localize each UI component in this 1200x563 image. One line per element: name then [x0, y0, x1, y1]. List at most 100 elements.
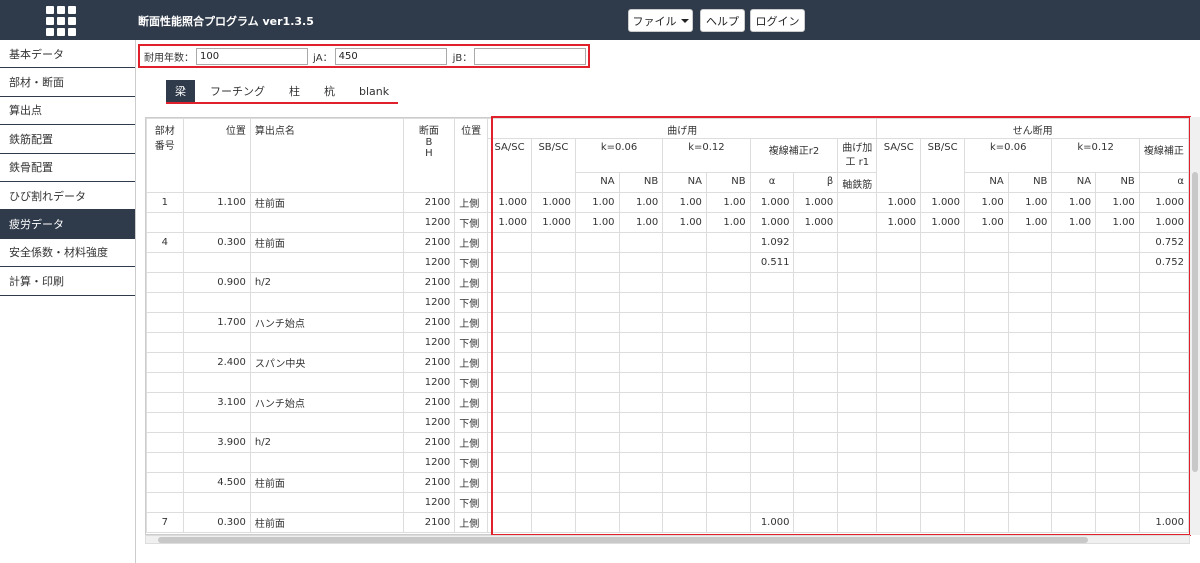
- sidebar-item[interactable]: 計算・印刷: [0, 267, 135, 296]
- table-cell-input[interactable]: [487, 512, 532, 533]
- table-cell-input[interactable]: [1051, 252, 1097, 273]
- table-cell-input[interactable]: 1.00: [1051, 192, 1097, 213]
- table-cell-input[interactable]: 1.000: [749, 192, 795, 213]
- table-cell-input[interactable]: 1.000: [1138, 212, 1189, 233]
- table-cell-input[interactable]: [1138, 332, 1189, 353]
- table-cell-input[interactable]: [1007, 492, 1053, 513]
- table-cell-input[interactable]: [1051, 492, 1097, 513]
- table-cell-input[interactable]: [876, 232, 922, 253]
- table-cell-input[interactable]: 1.00: [964, 192, 1009, 213]
- table-cell-input[interactable]: 1.000: [487, 192, 532, 213]
- table-cell-input[interactable]: [1007, 312, 1053, 333]
- table-cell-input[interactable]: 1.000: [530, 212, 576, 233]
- table-cell-input[interactable]: [530, 412, 576, 433]
- table-cell-input[interactable]: [530, 332, 576, 353]
- sidebar-item[interactable]: 鉄骨配置: [0, 154, 135, 182]
- table-cell-input[interactable]: [705, 412, 751, 433]
- table-cell-input[interactable]: [920, 232, 966, 253]
- table-cell-input[interactable]: 1.092: [749, 232, 795, 253]
- table-cell-input[interactable]: [749, 332, 795, 353]
- tab-item[interactable]: 梁: [166, 80, 195, 102]
- table-cell-input[interactable]: [964, 512, 1009, 533]
- table-cell-input[interactable]: 1.00: [662, 192, 707, 213]
- table-cell-input[interactable]: [920, 432, 966, 453]
- table-cell-input[interactable]: [705, 392, 751, 413]
- table-cell-input[interactable]: [530, 432, 576, 453]
- table-cell-input[interactable]: [574, 432, 620, 453]
- sidebar-item[interactable]: 疲労データ: [0, 210, 135, 239]
- table-cell-input[interactable]: [574, 232, 620, 253]
- table-cell-input[interactable]: 1.000: [876, 212, 922, 233]
- ja-input[interactable]: [334, 47, 447, 65]
- table-cell-input[interactable]: [793, 312, 839, 333]
- table-cell-input[interactable]: [876, 372, 922, 393]
- sidebar-item[interactable]: 算出点: [0, 97, 135, 126]
- table-cell-input[interactable]: [793, 352, 839, 373]
- scroll-thumb[interactable]: [158, 537, 1088, 543]
- table-cell-input[interactable]: [749, 392, 795, 413]
- scroll-thumb[interactable]: [1192, 172, 1198, 472]
- table-cell-input[interactable]: 1.00: [662, 212, 707, 233]
- table-cell-input[interactable]: [1138, 352, 1189, 373]
- table-cell-input[interactable]: 1.000: [793, 192, 839, 213]
- table-cell-input[interactable]: [837, 352, 878, 373]
- table-cell-input[interactable]: [793, 292, 839, 313]
- table-cell-input[interactable]: [618, 392, 664, 413]
- table-cell-input[interactable]: [1007, 292, 1053, 313]
- table-cell-input[interactable]: [876, 432, 922, 453]
- table-cell-input[interactable]: [530, 512, 576, 533]
- table-cell-input[interactable]: [705, 272, 751, 293]
- table-cell-input[interactable]: 1.00: [1007, 192, 1053, 213]
- table-cell-input[interactable]: [749, 372, 795, 393]
- table-cell-input[interactable]: [574, 492, 620, 513]
- sidebar-item[interactable]: 基本データ: [0, 40, 135, 69]
- table-cell-input[interactable]: [920, 472, 966, 493]
- help-button[interactable]: ヘルプ: [700, 9, 745, 32]
- file-menu-button[interactable]: ファイル: [628, 9, 693, 32]
- table-cell-input[interactable]: 1.000: [1138, 512, 1189, 533]
- table-cell-input[interactable]: [876, 452, 922, 473]
- table-cell-input[interactable]: [876, 472, 922, 493]
- table-cell-input[interactable]: [920, 312, 966, 333]
- table-cell-input[interactable]: [876, 312, 922, 333]
- table-cell-input[interactable]: [837, 472, 878, 493]
- table-cell-input[interactable]: [1138, 272, 1189, 293]
- table-cell-input[interactable]: [876, 492, 922, 513]
- table-cell-input[interactable]: [837, 432, 878, 453]
- table-cell-input[interactable]: [1007, 472, 1053, 493]
- table-cell-input[interactable]: [530, 312, 576, 333]
- table-cell-input[interactable]: [964, 272, 1009, 293]
- table-cell-input[interactable]: [1095, 352, 1140, 373]
- table-cell-input[interactable]: [837, 332, 878, 353]
- table-cell-input[interactable]: [837, 192, 878, 213]
- table-cell-input[interactable]: [749, 432, 795, 453]
- table-cell-input[interactable]: [618, 292, 664, 313]
- table-cell-input[interactable]: [749, 312, 795, 333]
- table-cell-input[interactable]: [920, 332, 966, 353]
- table-cell-input[interactable]: [487, 432, 532, 453]
- table-cell-input[interactable]: [618, 352, 664, 373]
- table-cell-input[interactable]: [964, 292, 1009, 313]
- table-cell-input[interactable]: [1138, 432, 1189, 453]
- table-cell-input[interactable]: [1051, 332, 1097, 353]
- table-cell-input[interactable]: [793, 472, 839, 493]
- table-cell-input[interactable]: 1.00: [618, 192, 664, 213]
- tab-item[interactable]: 柱: [280, 80, 309, 102]
- table-cell-input[interactable]: [837, 372, 878, 393]
- table-cell-input[interactable]: [793, 452, 839, 473]
- table-cell-input[interactable]: [1095, 412, 1140, 433]
- table-cell-input[interactable]: [618, 412, 664, 433]
- table-cell-input[interactable]: [749, 492, 795, 513]
- table-cell-input[interactable]: [705, 352, 751, 373]
- table-cell-input[interactable]: [1095, 332, 1140, 353]
- table-cell-input[interactable]: [574, 272, 620, 293]
- table-cell-input[interactable]: [964, 492, 1009, 513]
- table-cell-input[interactable]: [530, 472, 576, 493]
- table-cell-input[interactable]: 1.00: [1007, 212, 1053, 233]
- table-cell-input[interactable]: [1051, 312, 1097, 333]
- table-cell-input[interactable]: [1138, 452, 1189, 473]
- table-cell-input[interactable]: [837, 392, 878, 413]
- table-cell-input[interactable]: [662, 452, 707, 473]
- table-cell-input[interactable]: [487, 412, 532, 433]
- table-cell-input[interactable]: [793, 252, 839, 273]
